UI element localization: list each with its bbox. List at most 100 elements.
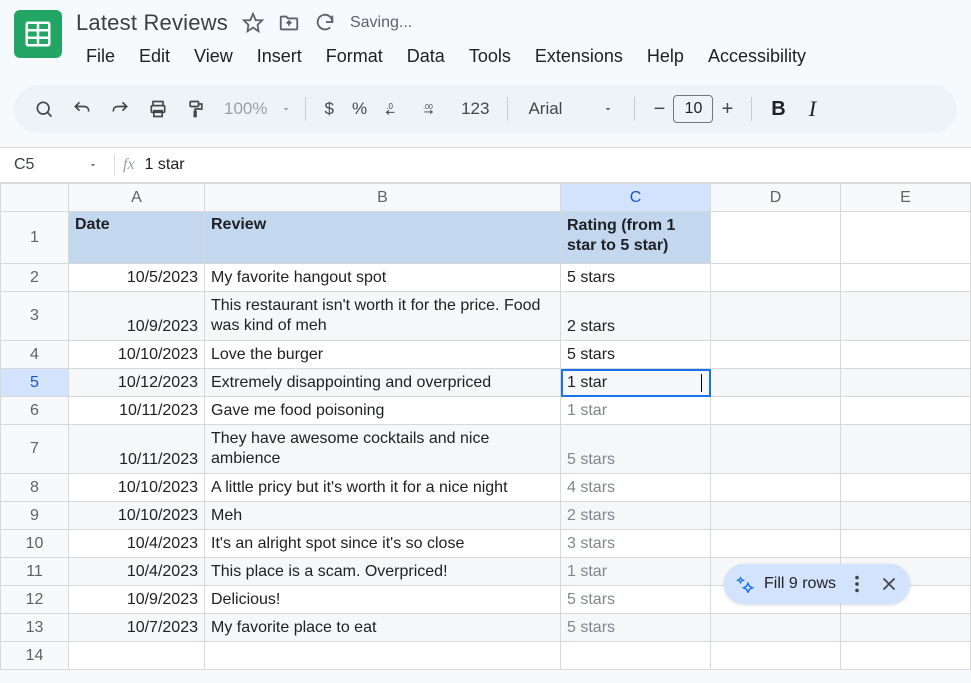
- cell[interactable]: Review: [205, 212, 561, 264]
- cell[interactable]: 10/12/2023: [69, 369, 205, 397]
- cell[interactable]: Date: [69, 212, 205, 264]
- row-header[interactable]: 13: [1, 614, 69, 642]
- cell[interactable]: It's an alright spot since it's so close: [205, 530, 561, 558]
- cell[interactable]: [841, 530, 971, 558]
- cell[interactable]: Rating (from 1 star to 5 star): [561, 212, 711, 264]
- move-to-folder-icon[interactable]: [278, 12, 300, 34]
- row-header[interactable]: 4: [1, 341, 69, 369]
- cell[interactable]: A little pricy but it's worth it for a n…: [205, 474, 561, 502]
- cell[interactable]: [841, 397, 971, 425]
- row-header[interactable]: 14: [1, 642, 69, 670]
- fill-rows-button[interactable]: Fill 9 rows: [764, 575, 836, 593]
- decrease-font-size-button[interactable]: −: [645, 98, 673, 121]
- cell[interactable]: [711, 614, 841, 642]
- menu-tools[interactable]: Tools: [459, 42, 521, 71]
- close-icon[interactable]: [878, 573, 900, 595]
- menu-accessibility[interactable]: Accessibility: [698, 42, 816, 71]
- cell[interactable]: [841, 341, 971, 369]
- cell[interactable]: They have awesome cocktails and nice amb…: [205, 425, 561, 474]
- cell[interactable]: This place is a scam. Overpriced!: [205, 558, 561, 586]
- cell[interactable]: [841, 642, 971, 670]
- cloud-sync-icon[interactable]: [314, 12, 336, 34]
- menu-format[interactable]: Format: [316, 42, 393, 71]
- row-header[interactable]: 7: [1, 425, 69, 474]
- format-currency-button[interactable]: $: [316, 99, 341, 119]
- menu-help[interactable]: Help: [637, 42, 694, 71]
- cell[interactable]: [711, 212, 841, 264]
- cell[interactable]: [69, 642, 205, 670]
- cell[interactable]: [711, 264, 841, 292]
- cell[interactable]: 5 stars: [561, 586, 711, 614]
- cell[interactable]: [841, 474, 971, 502]
- cell[interactable]: 10/7/2023: [69, 614, 205, 642]
- formula-input[interactable]: 1 star: [145, 156, 185, 174]
- row-header[interactable]: 11: [1, 558, 69, 586]
- increase-decimal-button[interactable]: .00: [415, 91, 451, 127]
- cell[interactable]: 5 stars: [561, 425, 711, 474]
- menu-edit[interactable]: Edit: [129, 42, 180, 71]
- cell[interactable]: [841, 425, 971, 474]
- col-header-B[interactable]: B: [205, 184, 561, 212]
- row-header[interactable]: 1: [1, 212, 69, 264]
- font-selector[interactable]: Arial: [518, 99, 624, 119]
- menu-file[interactable]: File: [76, 42, 125, 71]
- increase-font-size-button[interactable]: +: [713, 98, 741, 121]
- cell[interactable]: 10/11/2023: [69, 397, 205, 425]
- menu-data[interactable]: Data: [397, 42, 455, 71]
- cell[interactable]: My favorite hangout spot: [205, 264, 561, 292]
- col-header-A[interactable]: A: [69, 184, 205, 212]
- cell[interactable]: Delicious!: [205, 586, 561, 614]
- sheets-logo[interactable]: [14, 10, 62, 58]
- row-header[interactable]: 2: [1, 264, 69, 292]
- star-icon[interactable]: [242, 12, 264, 34]
- cell[interactable]: [841, 614, 971, 642]
- cell[interactable]: 10/9/2023: [69, 292, 205, 341]
- more-options-icon[interactable]: [846, 573, 868, 595]
- cell[interactable]: [841, 369, 971, 397]
- cell[interactable]: 10/10/2023: [69, 474, 205, 502]
- cell[interactable]: [711, 341, 841, 369]
- row-header[interactable]: 12: [1, 586, 69, 614]
- row-header[interactable]: 5: [1, 369, 69, 397]
- cell[interactable]: 10/9/2023: [69, 586, 205, 614]
- cell[interactable]: 5 stars: [561, 264, 711, 292]
- cell[interactable]: This restaurant isn't worth it for the p…: [205, 292, 561, 341]
- redo-icon[interactable]: [102, 91, 138, 127]
- cell[interactable]: Love the burger: [205, 341, 561, 369]
- cell[interactable]: 10/5/2023: [69, 264, 205, 292]
- cell[interactable]: 5 stars: [561, 614, 711, 642]
- search-icon[interactable]: [26, 91, 62, 127]
- cell[interactable]: 2 stars: [561, 502, 711, 530]
- cell[interactable]: 10/4/2023: [69, 530, 205, 558]
- row-header[interactable]: 3: [1, 292, 69, 341]
- cell[interactable]: 1 star: [561, 558, 711, 586]
- cell[interactable]: [711, 397, 841, 425]
- cell[interactable]: [711, 369, 841, 397]
- col-header-E[interactable]: E: [841, 184, 971, 212]
- cell[interactable]: 10/11/2023: [69, 425, 205, 474]
- cell[interactable]: [711, 502, 841, 530]
- cell[interactable]: [711, 530, 841, 558]
- menu-insert[interactable]: Insert: [247, 42, 312, 71]
- cell[interactable]: Meh: [205, 502, 561, 530]
- active-cell[interactable]: 1 star: [561, 369, 711, 397]
- row-header[interactable]: 6: [1, 397, 69, 425]
- cell[interactable]: 3 stars: [561, 530, 711, 558]
- cell[interactable]: Extremely disappointing and overpriced: [205, 369, 561, 397]
- row-header[interactable]: 10: [1, 530, 69, 558]
- cell[interactable]: [711, 474, 841, 502]
- col-header-D[interactable]: D: [711, 184, 841, 212]
- col-header-C[interactable]: C: [561, 184, 711, 212]
- cell[interactable]: [561, 642, 711, 670]
- cell[interactable]: 10/10/2023: [69, 502, 205, 530]
- format-number-button[interactable]: 123: [453, 99, 497, 119]
- menu-view[interactable]: View: [184, 42, 243, 71]
- cell[interactable]: [841, 264, 971, 292]
- cell[interactable]: [841, 502, 971, 530]
- zoom-level[interactable]: 100%: [216, 99, 275, 119]
- cell[interactable]: [711, 642, 841, 670]
- cell[interactable]: [841, 292, 971, 341]
- cell[interactable]: [841, 212, 971, 264]
- menu-extensions[interactable]: Extensions: [525, 42, 633, 71]
- undo-icon[interactable]: [64, 91, 100, 127]
